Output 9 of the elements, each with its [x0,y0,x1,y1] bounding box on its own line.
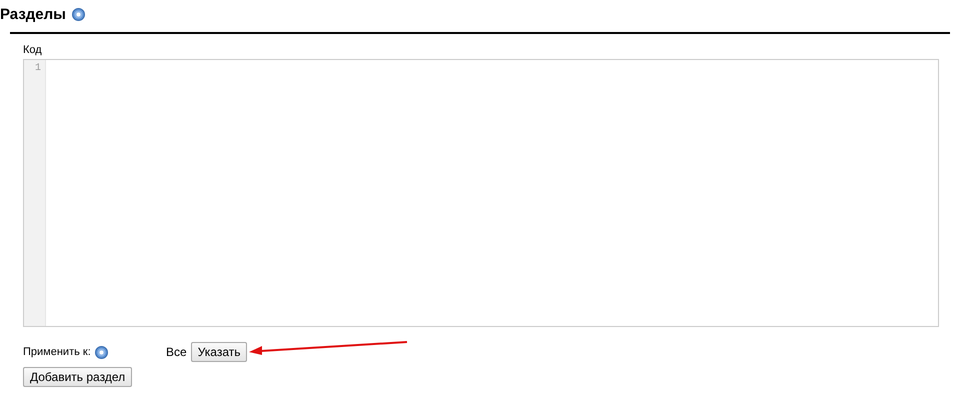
help-icon[interactable] [94,346,108,358]
value-text: Все [166,345,187,359]
help-icon[interactable] [72,8,85,20]
line-number: 1 [34,63,41,74]
page-title: Разделы [0,6,66,22]
field-label: Код [23,44,43,58]
add-section-button[interactable]: Добавить раздел [23,367,132,387]
field-label: Применить к: [23,346,91,358]
specify-button[interactable]: Указать [190,342,248,362]
